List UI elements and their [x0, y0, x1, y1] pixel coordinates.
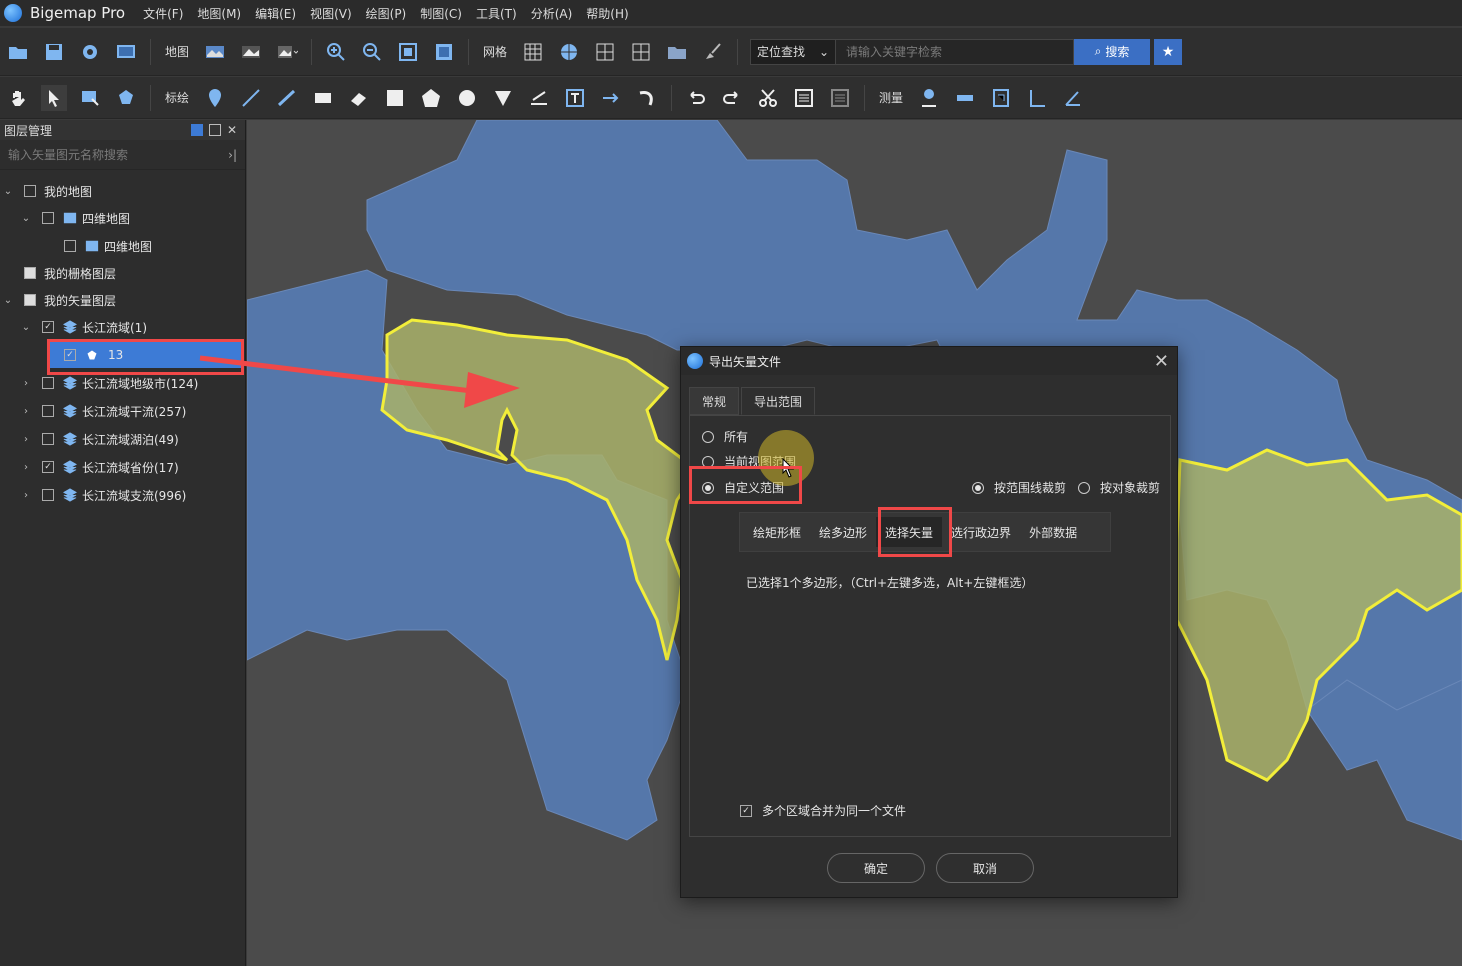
export-vector-dialog: 导出矢量文件 ✕ 常规 导出范围 所有 当前视图范围 自定义范围 按范围线裁剪 …: [680, 346, 1178, 898]
selection-info-text: 已选择1个多边形，（Ctrl+左键多选，Alt+左键框选）: [746, 576, 1034, 590]
radio-label: 按范围线裁剪: [994, 481, 1067, 495]
tab-general[interactable]: 常规: [689, 387, 740, 415]
dialog-title-bar: 导出矢量文件 ✕: [681, 347, 1177, 375]
draw-rectangle-button[interactable]: 绘矩形框: [744, 517, 810, 547]
annotation-arrow-head: [464, 372, 520, 408]
draw-polygon-button[interactable]: 绘多边形: [810, 517, 876, 547]
radio-button[interactable]: [702, 430, 714, 443]
annotation-arrow-line: [199, 355, 481, 395]
select-admin-boundary-button[interactable]: 选行政边界: [942, 517, 1020, 547]
ok-button[interactable]: 确定: [827, 853, 925, 883]
radio-clip-by-range[interactable]: 按范围线裁剪: [972, 479, 1066, 496]
radio-clip-by-object[interactable]: 按对象裁剪: [1078, 479, 1160, 496]
radio-label: 按对象裁剪: [1100, 481, 1161, 495]
annotation-select-vector-box: [878, 507, 952, 557]
dialog-logo-icon: [687, 353, 703, 369]
merge-option[interactable]: ✓ 多个区域合并为同一个文件: [740, 802, 906, 819]
dialog-title: 导出矢量文件: [709, 354, 782, 369]
radio-button[interactable]: [972, 481, 984, 494]
radio-all[interactable]: 所有: [702, 428, 748, 445]
cancel-button[interactable]: 取消: [936, 853, 1034, 883]
close-icon[interactable]: ✕: [1154, 351, 1169, 372]
dialog-tabs: 常规 导出范围: [689, 387, 817, 415]
tab-export-range[interactable]: 导出范围: [741, 387, 816, 415]
external-data-button[interactable]: 外部数据: [1020, 517, 1086, 547]
merge-label: 多个区域合并为同一个文件: [762, 804, 907, 818]
merge-checkbox[interactable]: ✓: [740, 804, 752, 817]
radio-label: 所有: [724, 430, 749, 444]
annotation-custom-range-box: [689, 466, 802, 504]
radio-button[interactable]: [1078, 481, 1090, 494]
